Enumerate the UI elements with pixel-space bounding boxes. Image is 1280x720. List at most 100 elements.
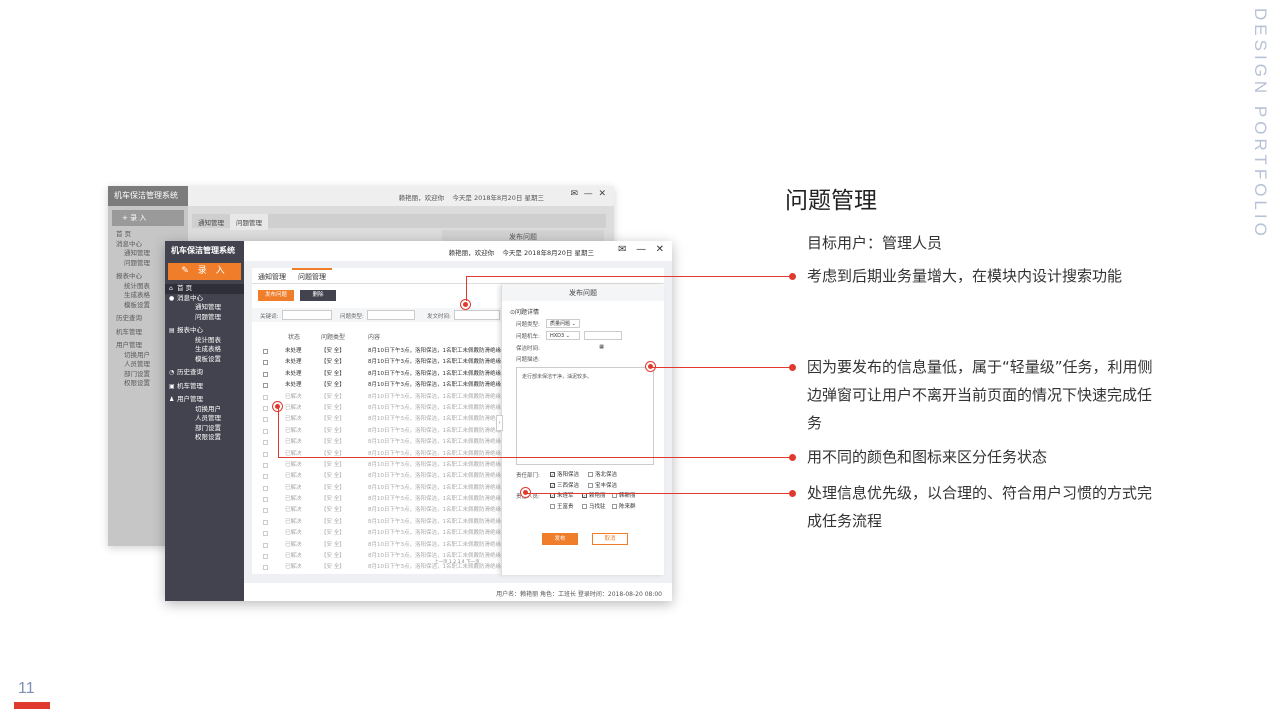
row-checkbox[interactable] xyxy=(263,383,268,389)
minimize-icon[interactable]: — xyxy=(636,244,646,255)
sidebar-item-history[interactable]: ◔ 历史查询 xyxy=(165,368,244,378)
train-select[interactable]: HXD3 ⌄ xyxy=(546,331,580,340)
issue-content: 8月10日下午3点，洛阳保洁，1名职工未佩戴防滑绝缘 xyxy=(368,518,501,525)
sidebar-sub-charts[interactable]: 统计图表 xyxy=(165,336,244,346)
dept-checkbox[interactable]: 洛北保洁 xyxy=(588,470,617,478)
sidebar-sub-tables[interactable]: 生成表格 xyxy=(165,345,244,355)
row-checkbox[interactable] xyxy=(263,531,268,537)
issue-type-select[interactable]: 质量问题 ⌄ xyxy=(546,319,580,328)
status-resolved: 已解决 xyxy=(285,427,302,434)
status-resolved: 已解决 xyxy=(285,450,302,457)
annotation-marker-search xyxy=(461,300,470,309)
drawer-publish-button[interactable]: 发布 xyxy=(542,533,578,545)
col-content: 内容 xyxy=(368,334,381,341)
row-checkbox[interactable] xyxy=(263,405,268,411)
status-resolved: 已解决 xyxy=(285,553,302,560)
time-input[interactable] xyxy=(454,310,500,320)
row-checkbox[interactable] xyxy=(263,417,268,423)
point-priority: 处理信息优先级，以合理的、符合用户习惯的方式完成任务流程 xyxy=(807,484,1153,530)
issue-content: 8月10日下午3点，洛阳保洁，1名职工未佩戴防滑绝缘 xyxy=(368,473,501,480)
description-textarea[interactable]: 走行部未保洁干净，油泥较多。 xyxy=(516,367,654,465)
sidebar-sub-issues[interactable]: 问题管理 xyxy=(165,313,244,323)
wireframe-title: 机车保洁管理系统 xyxy=(108,186,188,206)
message-icon[interactable]: ✉ xyxy=(618,244,626,255)
page-number: 11 xyxy=(18,680,35,697)
row-checkbox[interactable] xyxy=(263,497,268,503)
col-type: 问题类型 xyxy=(321,334,346,341)
page-accent-bar xyxy=(14,702,50,709)
row-checkbox[interactable] xyxy=(263,462,268,468)
pagination[interactable]: 上一页 1 2 3 4 下一页 xyxy=(434,559,480,565)
row-checkbox[interactable] xyxy=(263,474,268,480)
row-checkbox[interactable] xyxy=(263,371,268,377)
report-icon: ▤ xyxy=(169,327,175,334)
sidebar-sub-templates[interactable]: 模板设置 xyxy=(165,355,244,365)
tab-issues[interactable]: 问题管理 xyxy=(292,268,332,285)
issue-content: 8月10日下午3点，洛阳保洁，1名职工未佩戴防滑绝缘 xyxy=(368,541,501,548)
issue-content: 8月10日下午3点，洛阳保洁，1名职工未佩戴防滑绝缘 xyxy=(368,393,501,400)
wireframe-topbar: 赖艳丽，欢迎你 今天是 2018年8月20日 星期三 ✉ — ✕ xyxy=(188,186,614,206)
row-checkbox[interactable] xyxy=(263,508,268,514)
status-resolved: 已解决 xyxy=(285,507,302,514)
close-icon[interactable]: ✕ xyxy=(656,244,664,255)
type-select[interactable] xyxy=(367,310,415,320)
train-icon: ▣ xyxy=(169,382,175,390)
issue-type: 【安 全】 xyxy=(321,404,345,411)
drawer-cancel-button[interactable]: 取消 xyxy=(592,533,628,545)
row-checkbox[interactable] xyxy=(263,394,268,400)
greeting-text: 赖艳丽，欢迎你 今天是 2018年8月20日 星期三 xyxy=(448,249,594,257)
annotation-connector xyxy=(466,276,792,277)
sidebar-item-reports[interactable]: ▤ 报表中心 xyxy=(165,326,244,336)
sidebar-sub-notice[interactable]: 通知管理 xyxy=(165,303,244,313)
publish-issue-button[interactable]: 发布问题 xyxy=(258,290,294,301)
sidebar-item-messages[interactable]: ● 消息中心 xyxy=(165,294,244,304)
issue-type: 【安 全】 xyxy=(321,484,345,491)
row-checkbox[interactable] xyxy=(263,519,268,525)
point-status: 用不同的颜色和图标来区分任务状态 xyxy=(807,448,1048,466)
issue-type: 【安 全】 xyxy=(321,507,345,514)
dept-checkbox[interactable]: ✓ 三西保洁 xyxy=(550,481,579,489)
enter-button[interactable]: ✎ 录 入 xyxy=(168,263,241,280)
row-checkbox[interactable] xyxy=(263,565,268,571)
dept-checkbox[interactable]: ✓ 洛阳保洁 xyxy=(550,470,579,478)
status-resolved: 已解决 xyxy=(285,541,302,548)
dept-checkbox[interactable]: 宝丰保洁 xyxy=(588,481,617,489)
issue-content: 8月10日下午3点，洛阳保洁，1名职工未佩戴防滑绝缘 xyxy=(368,461,501,468)
status-resolved: 已解决 xyxy=(285,564,302,571)
window-controls: ✉ — ✕ xyxy=(618,244,664,255)
message-icon: ● xyxy=(169,294,175,302)
time-picker[interactable]: ▦ xyxy=(546,343,604,352)
row-checkbox[interactable] xyxy=(263,451,268,457)
sidebar-item-trains[interactable]: ▣ 机车管理 xyxy=(165,382,244,392)
sidebar-sub-permission[interactable]: 权限设置 xyxy=(165,433,244,443)
sidebar-sub-staff[interactable]: 人员管理 xyxy=(165,414,244,424)
row-checkbox[interactable] xyxy=(263,542,268,548)
issue-type: 【安 全】 xyxy=(321,541,345,548)
wireframe-tabs: 通知管理 问题管理 xyxy=(192,214,606,230)
keyword-input[interactable] xyxy=(282,310,332,320)
sidebar-sub-dept[interactable]: 部门设置 xyxy=(165,424,244,434)
person-checkbox[interactable]: 马找驻 xyxy=(582,502,606,510)
row-checkbox[interactable] xyxy=(263,360,268,366)
annotation-connector xyxy=(466,276,467,301)
row-checkbox[interactable] xyxy=(263,485,268,491)
issue-content: 8月10日下午3点，洛阳保洁，1名职工未佩戴防滑绝缘 xyxy=(368,427,501,434)
collapse-drawer-handle[interactable]: › xyxy=(496,415,503,431)
person-checkbox[interactable]: 陈来群 xyxy=(612,502,636,510)
row-checkbox[interactable] xyxy=(263,349,268,354)
row-checkbox[interactable] xyxy=(263,428,268,434)
row-checkbox[interactable] xyxy=(263,554,268,560)
sidebar-item-home[interactable]: ⌂ 首 页 xyxy=(165,284,244,294)
wf-menu-home: 首 页 xyxy=(116,230,132,238)
sidebar-item-users[interactable]: ♟ 用户管理 xyxy=(165,395,244,405)
delete-button[interactable]: 删除 xyxy=(300,290,336,301)
train-extra-input[interactable] xyxy=(584,331,622,340)
person-checkbox[interactable]: 王富贵 xyxy=(550,502,574,510)
sidebar-sub-switch-user[interactable]: 切换用户 xyxy=(165,405,244,415)
annotation-dot xyxy=(789,490,796,497)
point-search: 考虑到后期业务量增大，在模块内设计搜索功能 xyxy=(807,267,1123,285)
row-checkbox[interactable] xyxy=(263,440,268,446)
point-drawer: 因为要发布的信息量低，属于“轻量级”任务，利用侧边弹窗可让用户不离开当前页面的情… xyxy=(807,358,1153,432)
vertical-label: DESIGN PORTFOLIO xyxy=(1251,8,1270,240)
tab-notice[interactable]: 通知管理 xyxy=(252,268,292,285)
